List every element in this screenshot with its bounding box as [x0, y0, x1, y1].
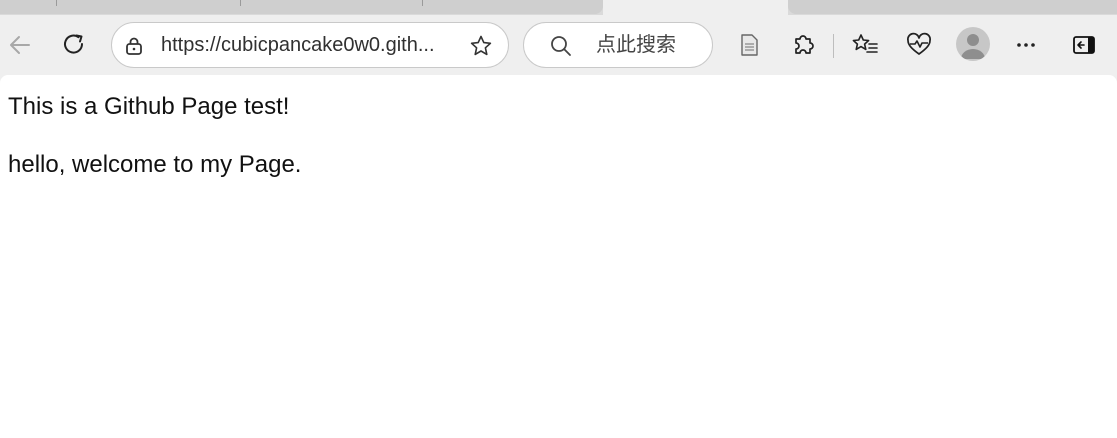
search-box[interactable]: 点此搜索	[523, 22, 713, 68]
browser-essentials-button[interactable]	[903, 29, 935, 61]
reader-view-button[interactable]	[733, 29, 765, 61]
search-placeholder: 点此搜索	[596, 34, 676, 56]
page-paragraph: This is a Github Page test!	[8, 93, 290, 120]
extensions-button[interactable]	[787, 29, 819, 61]
back-arrow-icon	[10, 36, 30, 54]
back-button[interactable]	[4, 29, 36, 61]
sidebar-toggle-button[interactable]	[1068, 29, 1100, 61]
tab-separator	[422, 0, 423, 6]
tab-separator	[240, 0, 241, 6]
more-dots-icon	[1017, 43, 1035, 47]
user-icon	[961, 34, 985, 59]
tab-separator	[56, 0, 57, 6]
tab-strip	[0, 0, 1117, 15]
address-bar[interactable]: https://cubicpancake0w0.gith...	[111, 22, 509, 68]
tab-active[interactable]	[603, 0, 788, 15]
refresh-icon	[64, 34, 84, 54]
heartbeat-icon	[907, 32, 931, 55]
tab-inactive-right[interactable]	[788, 0, 1117, 14]
favorites-button[interactable]	[849, 29, 881, 61]
page-paragraph: hello, welcome to my Page.	[8, 151, 302, 178]
page-content: This is a Github Page test! hello, welco…	[0, 75, 1117, 438]
document-icon	[741, 34, 758, 56]
tab-inactive-left[interactable]	[0, 0, 603, 14]
address-url[interactable]: https://cubicpancake0w0.gith...	[161, 23, 461, 67]
sidebar-panel-icon	[1073, 36, 1095, 54]
search-icon	[551, 36, 571, 56]
profile-avatar[interactable]	[956, 27, 990, 61]
favorites-list-icon	[852, 34, 878, 53]
toolbar-divider	[833, 34, 834, 58]
more-menu-button[interactable]	[1010, 29, 1042, 61]
browser-toolbar: https://cubicpancake0w0.gith... 点此搜索	[0, 15, 1117, 75]
favorite-star-icon[interactable]	[469, 34, 493, 58]
lock-icon[interactable]	[124, 36, 144, 56]
refresh-button[interactable]	[58, 29, 90, 61]
puzzle-icon	[795, 35, 814, 54]
